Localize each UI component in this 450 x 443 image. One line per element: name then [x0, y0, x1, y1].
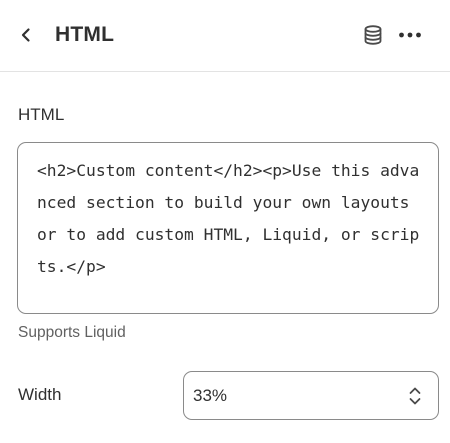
back-button[interactable] [12, 21, 40, 49]
width-field-label: Width [18, 385, 62, 404]
html-help-text: Supports Liquid [18, 324, 126, 341]
width-select-value: 33% [193, 386, 228, 405]
more-actions-button[interactable] [395, 20, 425, 50]
chevron-left-icon [21, 28, 30, 42]
database-icon [364, 25, 382, 45]
panel-header: HTML [0, 0, 450, 72]
dynamic-source-button[interactable] [358, 20, 388, 50]
html-field-label: HTML [18, 105, 65, 124]
width-select[interactable]: 33% [183, 371, 439, 420]
html-code-editor[interactable]: <h2>Custom content</h2><p>Use this advan… [17, 142, 439, 314]
page-title: HTML [55, 23, 115, 46]
select-chevron-icon [409, 387, 421, 405]
horizontal-dots-icon [399, 32, 421, 38]
